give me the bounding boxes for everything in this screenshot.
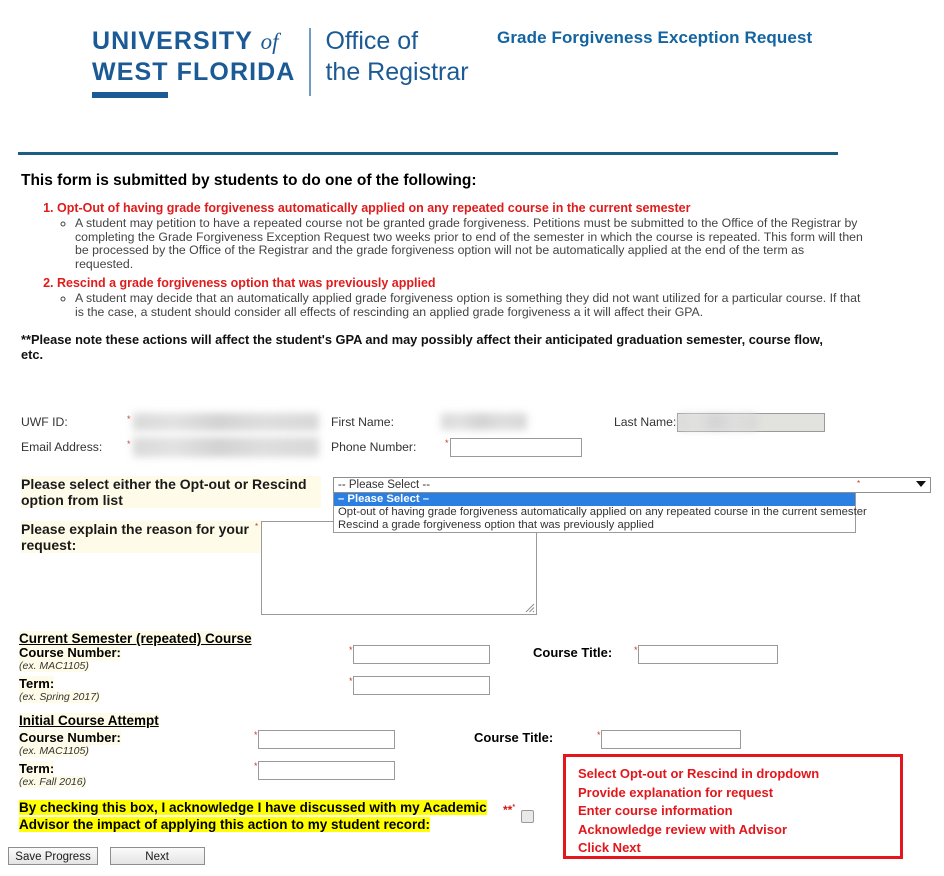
uwf-id-label: UWF ID:: [21, 415, 68, 429]
current-course-number-hint: (ex. MAC1105): [19, 660, 89, 672]
email-required-marker: *: [127, 439, 131, 449]
action-select-value: -- Please Select --: [338, 479, 431, 491]
current-term-required-marker: *: [349, 676, 353, 686]
gpa-warning-note: **Please note these actions will affect …: [21, 332, 823, 362]
logo-underline-bar: [92, 92, 168, 98]
current-course-title-input[interactable]: [638, 645, 778, 664]
first-name-field[interactable]: [441, 413, 527, 430]
uwf-id-required-marker: *: [127, 414, 131, 424]
identity-row-1: UWF ID: * First Name: Last Name:: [21, 413, 921, 434]
current-term-hint: (ex. Spring 2017): [19, 691, 100, 703]
reason-detail-1: A student may petition to have a repeate…: [75, 216, 865, 271]
action-option-1[interactable]: Opt-out of having grade forgiveness auto…: [334, 506, 867, 519]
current-course-number-input[interactable]: [353, 645, 490, 664]
selection-label: Please select either the Opt-out or Resc…: [21, 476, 321, 508]
initial-term-input[interactable]: [258, 761, 395, 780]
action-option-0[interactable]: – Please Select –: [334, 493, 855, 506]
logo-line-university: UNIVERSITY of: [92, 26, 295, 57]
current-term-label: Term:: [19, 676, 55, 691]
logo-office-line2: the Registrar: [325, 58, 469, 86]
initial-course-number-required-marker: *: [254, 730, 258, 740]
next-button[interactable]: Next: [109, 847, 205, 865]
reason-detail-2: A student may decide that an automatical…: [75, 291, 865, 319]
initial-course-number-label: Course Number:: [19, 730, 121, 745]
email-label: Email Address:: [21, 440, 103, 454]
first-name-label: First Name:: [331, 415, 394, 429]
initial-term-required-marker: *: [254, 761, 258, 771]
page-header: UNIVERSITY of WEST FLORIDA Office of the…: [0, 0, 944, 130]
instruction-callout: Select Opt-out or Rescind in dropdown Pr…: [563, 754, 903, 859]
reason-title-2: Rescind a grade forgiveness option that …: [57, 276, 436, 290]
intro-section: This form is submitted by students to do…: [21, 172, 921, 362]
action-select[interactable]: -- Please Select --: [333, 477, 931, 493]
logo-office-line1: Office of: [325, 27, 419, 55]
chevron-down-icon: [916, 481, 926, 487]
email-field[interactable]: [133, 437, 319, 457]
current-term-input[interactable]: [353, 676, 490, 695]
phone-required-marker: *: [445, 438, 449, 448]
acknowledge-checkbox[interactable]: [521, 810, 534, 823]
intro-heading: This form is submitted by students to do…: [21, 172, 477, 189]
acknowledge-star-small: *: [512, 804, 516, 811]
reason-detail-list-2: A student may decide that an automatical…: [57, 291, 921, 319]
acknowledge-text: By checking this box, I acknowledge I ha…: [19, 800, 487, 832]
acknowledge-stars-text: **: [503, 803, 513, 817]
last-name-label: Last Name:: [614, 415, 677, 429]
initial-course-number-input[interactable]: [258, 730, 395, 749]
last-name-redaction: [679, 414, 757, 430]
identity-fields: UWF ID: * First Name: Last Name: Email A…: [21, 413, 921, 459]
initial-course-title-label: Course Title:: [474, 730, 554, 745]
acknowledge-label: By checking this box, I acknowledge I ha…: [19, 799, 489, 833]
initial-course-title-required-marker: *: [597, 730, 601, 740]
logo-of-text: of: [260, 29, 279, 54]
reason-item-2: Rescind a grade forgiveness option that …: [57, 275, 921, 319]
reason-item-1: Opt-Out of having grade forgiveness auto…: [57, 200, 921, 271]
initial-term-label: Term:: [19, 761, 55, 776]
identity-row-2: Email Address: * Phone Number: *: [21, 437, 921, 459]
initial-term-hint: (ex. Fall 2016): [19, 776, 87, 788]
current-course-number-required-marker: *: [349, 645, 353, 655]
reason-detail-list-1: A student may petition to have a repeate…: [57, 216, 921, 271]
reason-required-marker: *: [255, 522, 259, 531]
resize-handle-icon[interactable]: [525, 603, 535, 613]
instruction-line-3: Enter course information: [578, 803, 733, 818]
initial-course-heading: Initial Course Attempt: [19, 713, 159, 728]
initial-course-number-hint: (ex. MAC1105): [19, 745, 89, 757]
reason-textarea[interactable]: [261, 521, 537, 615]
reasons-list: Opt-Out of having grade forgiveness auto…: [21, 200, 921, 319]
header-divider: [18, 152, 838, 155]
uwf-id-field[interactable]: [133, 413, 319, 431]
phone-field[interactable]: [450, 438, 582, 457]
button-bar: Save Progress Next: [8, 847, 205, 865]
save-progress-button[interactable]: Save Progress: [8, 847, 98, 865]
current-course-title-required-marker: *: [634, 645, 638, 655]
logo-office-name: Office of the Registrar: [311, 26, 468, 88]
reason-title-1: Opt-Out of having grade forgiveness auto…: [57, 201, 691, 215]
instruction-line-1: Select Opt-out or Rescind in dropdown: [578, 766, 820, 781]
initial-course-title-input[interactable]: [601, 730, 741, 749]
instruction-line-4: Acknowledge review with Advisor: [578, 821, 788, 837]
current-course-number-label: Course Number:: [19, 645, 121, 660]
action-select-required-marker: *: [857, 479, 861, 488]
logo-university-text: UNIVERSITY: [92, 27, 253, 55]
action-select-options[interactable]: – Please Select – Opt-out of having grad…: [333, 493, 867, 533]
page-title: Grade Forgiveness Exception Request: [497, 28, 813, 47]
acknowledge-required-marker: ***: [503, 803, 515, 817]
action-option-2[interactable]: Rescind a grade forgiveness option that …: [334, 519, 855, 532]
instruction-line-2: Provide explanation for request: [578, 784, 774, 800]
phone-label: Phone Number:: [331, 440, 417, 454]
instruction-line-5: Click Next: [578, 840, 641, 855]
logo-wordmark: UNIVERSITY of WEST FLORIDA: [92, 26, 309, 98]
uwf-registrar-logo: UNIVERSITY of WEST FLORIDA Office of the…: [92, 26, 469, 98]
current-course-heading: Current Semester (repeated) Course: [19, 631, 252, 646]
reason-label: Please explain the reason for your reque…: [21, 521, 261, 553]
logo-line-westflorida: WEST FLORIDA: [92, 58, 296, 86]
current-course-title-label: Course Title:: [533, 645, 613, 660]
